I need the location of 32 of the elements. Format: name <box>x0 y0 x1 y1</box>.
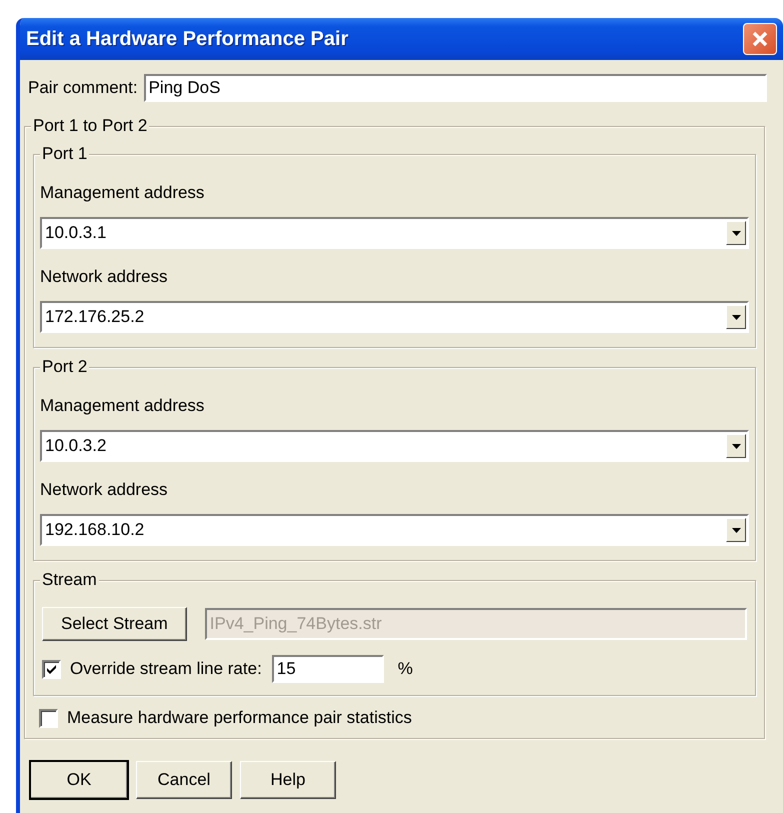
dialog-button[interactable]: Help <box>240 761 336 799</box>
caret-icon <box>732 528 740 532</box>
dropdown-button[interactable] <box>726 434 746 458</box>
field-label: Management address <box>40 396 206 416</box>
dialog-button[interactable]: Cancel <box>136 761 232 799</box>
input-field[interactable]: 15 <box>272 655 384 683</box>
window-title: Edit a Hardware Performance Pair <box>26 28 350 50</box>
field-label: Network address <box>40 480 169 500</box>
dropdown-button[interactable] <box>726 221 746 245</box>
dropdown-button[interactable] <box>726 518 746 542</box>
unit-label: % <box>398 659 413 679</box>
field-label: Management address <box>40 183 206 203</box>
dropdown-field[interactable]: 10.0.3.2 <box>40 430 749 462</box>
checkbox[interactable] <box>42 660 61 678</box>
checkbox-label: Override stream line rate: <box>70 659 262 679</box>
select-stream-button[interactable]: Select Stream <box>42 607 187 641</box>
dropdown-field[interactable]: 172.176.25.2 <box>40 301 749 333</box>
caret-icon <box>732 230 740 236</box>
checkbox[interactable] <box>39 708 58 728</box>
field-label: Network address <box>40 267 169 287</box>
field-label: Pair comment: <box>28 78 138 98</box>
input-field[interactable]: Ping DoS <box>144 74 767 102</box>
dropdown-button[interactable] <box>726 305 746 329</box>
caret-icon <box>732 444 740 448</box>
dialog-button[interactable]: OK <box>30 761 128 799</box>
dropdown-field[interactable]: 10.0.3.1 <box>40 217 749 249</box>
checkbox-label: Measure hardware performance pair statistics <box>67 708 412 728</box>
dropdown-field[interactable]: 192.168.10.2 <box>40 514 749 546</box>
check-icon <box>46 664 57 674</box>
close-button[interactable] <box>743 23 777 55</box>
caret-icon <box>732 314 740 320</box>
close-icon <box>751 30 769 48</box>
